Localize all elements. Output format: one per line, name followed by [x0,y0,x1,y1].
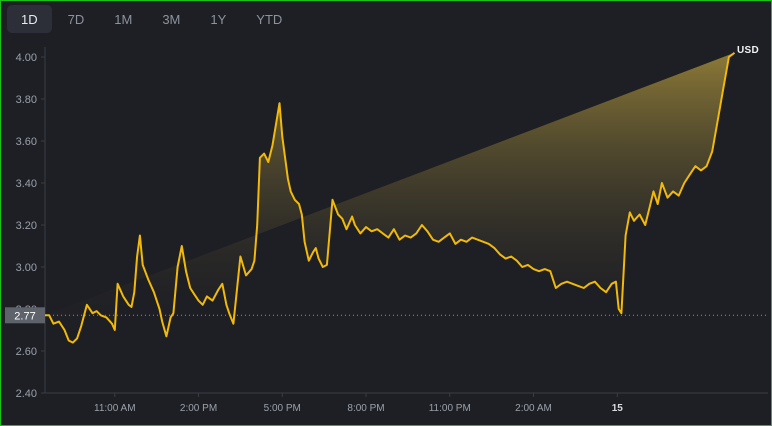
x-axis: 11:00 AM 2:00 PM 5:00 PM 8:00 PM 11:00 PM 2:0… [45,392,768,414]
x-tick-label: 5:00 PM [264,403,301,414]
x-tick-label: 11:00 AM [94,403,136,414]
x-tick-label: 8:00 PM [347,403,384,414]
price-area [45,52,735,343]
y-tick-label: 3.20 [16,220,37,232]
price-chart: 2.402.602.803.003.203.403.603.804.00 11:… [5,47,768,414]
y-tick-label: 3.80 [16,94,37,106]
y-tick-label: 3.40 [16,178,37,190]
x-tick-label: 11:00 PM [429,403,471,414]
y-axis: 2.402.602.803.003.203.403.603.804.00 [16,47,46,400]
x-tick-label: 2:00 AM [515,403,552,414]
reference-price-label: 2.77 [14,310,35,322]
y-tick-label: 2.60 [16,346,37,358]
y-tick-label: 3.00 [16,262,37,274]
y-tick-label: 2.40 [16,388,37,400]
y-tick-label: 3.60 [16,136,37,148]
y-tick-label: 4.00 [16,52,37,64]
reference-price-marker: 2.77 [5,307,45,324]
x-tick-label: 2:00 PM [180,403,217,414]
x-tick-label: 15 [612,403,624,414]
